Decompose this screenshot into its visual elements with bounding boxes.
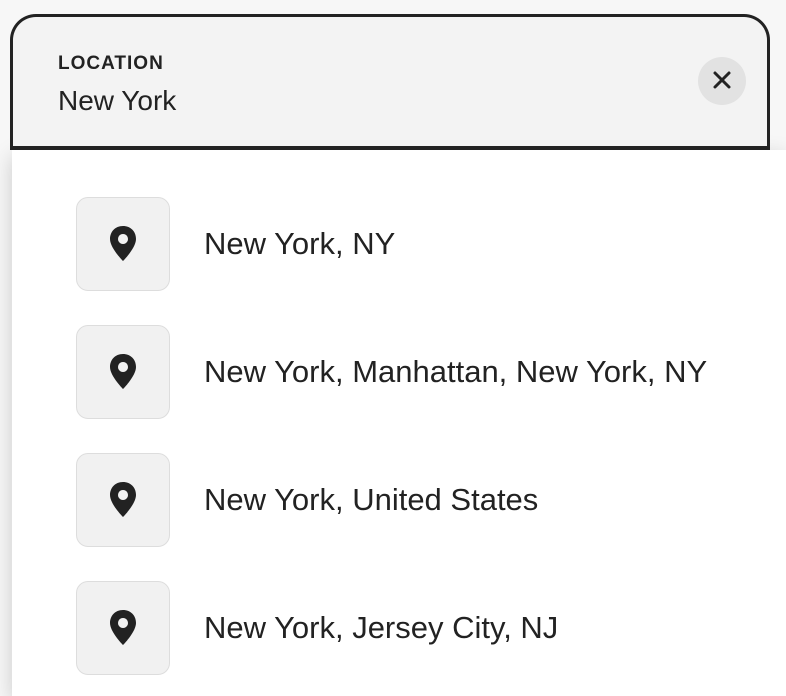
clear-location-button[interactable]	[698, 57, 746, 105]
map-pin-icon	[76, 325, 170, 419]
map-pin-icon	[76, 581, 170, 675]
close-icon	[711, 69, 733, 94]
suggestion-item[interactable]: New York, United States	[76, 452, 776, 548]
suggestion-list: New York, NY New York, Manhattan, New Yo…	[76, 196, 776, 696]
map-pin-icon	[76, 453, 170, 547]
suggestion-item[interactable]: New York, Manhattan, New York, NY	[76, 324, 776, 420]
suggestion-label: New York, Manhattan, New York, NY	[204, 354, 708, 389]
suggestion-label: New York, United States	[204, 482, 539, 517]
map-pin-icon	[76, 197, 170, 291]
location-search-dialog: LOCATION New York New York, NY New York,…	[0, 0, 786, 696]
suggestion-item[interactable]: New York, NY	[76, 196, 776, 292]
location-field[interactable]: LOCATION New York	[10, 14, 770, 150]
suggestion-item[interactable]: New York, Jersey City, NJ	[76, 580, 776, 676]
location-label: LOCATION	[58, 53, 164, 74]
location-input[interactable]: New York	[58, 85, 176, 117]
suggestion-label: New York, NY	[204, 226, 396, 261]
suggestion-label: New York, Jersey City, NJ	[204, 610, 559, 645]
